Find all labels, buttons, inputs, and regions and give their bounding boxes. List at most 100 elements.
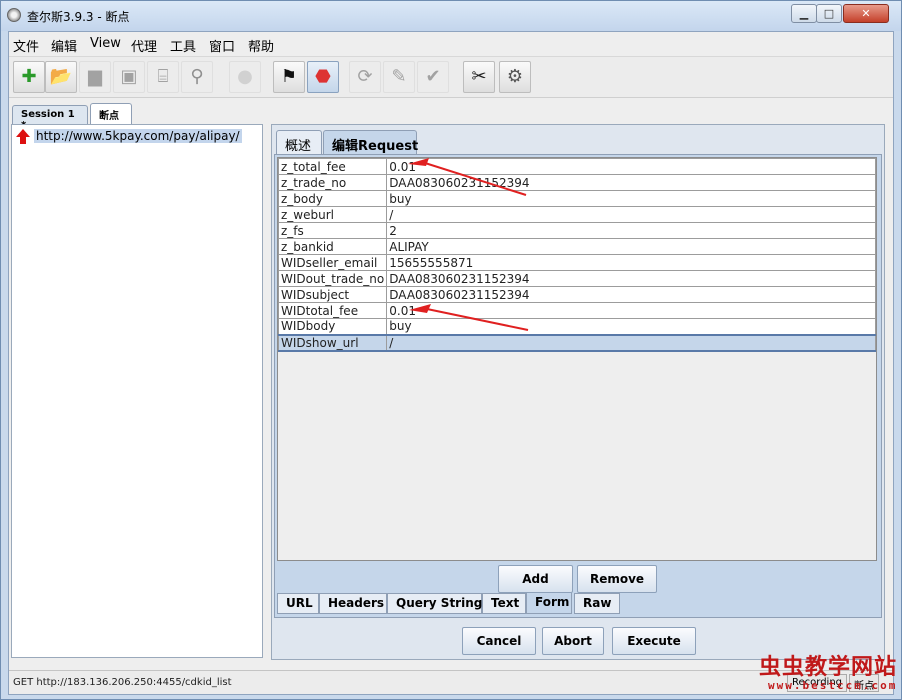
tab-headers[interactable]: Headers xyxy=(319,593,387,614)
form-value-cell[interactable]: / xyxy=(386,333,876,352)
form-row[interactable]: z_body buy xyxy=(277,190,876,207)
form-key-cell[interactable]: z_fs xyxy=(277,222,388,239)
close-window-button[interactable]: ✕ xyxy=(843,4,889,23)
menu-help[interactable]: 帮助 xyxy=(248,36,274,55)
form-key-cell[interactable]: WIDbody xyxy=(277,318,388,335)
breakpoint-arrow-stem xyxy=(20,137,26,144)
repeat-button[interactable]: ⟳ xyxy=(349,61,381,93)
tab-session-1[interactable]: Session 1 * xyxy=(12,105,88,131)
menu-view[interactable]: View xyxy=(90,36,121,51)
edit-request-area: z_total_fee 0.01 z_trade_no DAA083060231152… xyxy=(274,154,882,618)
tools-button[interactable]: ✂ xyxy=(463,61,495,93)
execute-button[interactable]: Execute xyxy=(612,627,696,655)
add-field-button[interactable]: Add xyxy=(498,565,573,593)
throttle-button[interactable]: ⚑ xyxy=(273,61,305,93)
tab-text[interactable]: Text xyxy=(482,593,526,614)
form-key-cell[interactable]: WIDtotal_fee xyxy=(277,302,388,319)
status-text: GET http://183.136.206.250:4455/cdkid_li… xyxy=(13,677,232,688)
cancel-button[interactable]: Cancel xyxy=(462,627,536,655)
form-value-cell[interactable]: buy xyxy=(386,190,876,207)
validate-icon: ✔ xyxy=(425,66,441,87)
open-session-button[interactable]: 📂 xyxy=(45,61,77,93)
form-row[interactable]: WIDbody buy xyxy=(277,318,876,335)
form-key-cell[interactable]: z_total_fee xyxy=(277,158,388,175)
tab-edit-request[interactable]: 编辑Request xyxy=(323,130,418,154)
maximize-button[interactable]: □ xyxy=(816,4,842,23)
menu-file[interactable]: 文件 xyxy=(13,36,39,55)
form-row[interactable]: z_fs 2 xyxy=(277,222,876,239)
form-row[interactable]: WIDsubject DAA083060231152394 xyxy=(277,286,876,303)
save-icon: ▣ xyxy=(120,66,138,87)
form-key-cell[interactable]: WIDout_trade_no xyxy=(277,270,388,287)
form-value-cell[interactable]: DAA083060231152394 xyxy=(386,286,876,303)
settings-button[interactable]: ⚙ xyxy=(499,61,531,93)
abort-button[interactable]: Abort xyxy=(542,627,604,655)
menu-bar: 文件 编辑 View 代理 工具 窗口 帮助 xyxy=(9,32,893,56)
form-row[interactable]: WIDshow_url / xyxy=(277,333,876,352)
breakpoint-arrow-icon xyxy=(16,129,30,137)
form-key-cell[interactable]: WIDshow_url xyxy=(277,333,388,352)
form-key-cell[interactable]: WIDseller_email xyxy=(277,254,388,271)
form-value-cell[interactable]: 0.01 xyxy=(386,302,876,319)
form-value-cell[interactable]: 15655555871 xyxy=(386,254,876,271)
form-row[interactable]: z_total_fee 0.01 xyxy=(277,158,876,175)
form-key-cell[interactable]: WIDsubject xyxy=(277,286,388,303)
clear-button[interactable]: ⌸ xyxy=(147,61,179,93)
edit-icon: ✎ xyxy=(391,66,407,87)
close-session-icon: ▆ xyxy=(88,66,102,87)
menu-window[interactable]: 窗口 xyxy=(209,36,235,55)
form-row[interactable]: WIDseller_email 15655555871 xyxy=(277,254,876,271)
form-row[interactable]: z_weburl / xyxy=(277,206,876,223)
form-table: z_total_fee 0.01 z_trade_no DAA083060231152… xyxy=(277,158,876,352)
form-row[interactable]: z_trade_no DAA083060231152394 xyxy=(277,174,876,191)
tab-query-string[interactable]: Query String xyxy=(387,593,482,614)
form-value-cell[interactable]: buy xyxy=(386,318,876,335)
form-row[interactable]: WIDout_trade_no DAA083060231152394 xyxy=(277,270,876,287)
record-icon: ● xyxy=(237,66,253,87)
session-tabs: Session 1 * 断点 xyxy=(9,102,893,131)
tree-item-url[interactable]: http://www.5kpay.com/pay/alipay/ xyxy=(34,129,242,143)
tools-icon: ✂ xyxy=(471,66,487,87)
find-button[interactable]: ⚲ xyxy=(181,61,213,93)
toolbar: ✚ 📂 ▆ ▣ ⌸ ⚲ ● ⚑ ⬣ ⟳ ✎ ✔ ✂ ⚙ xyxy=(9,56,893,98)
tab-form[interactable]: Form xyxy=(526,593,572,614)
form-key-cell[interactable]: z_trade_no xyxy=(277,174,388,191)
breakpoint-editor-panel: 概述 编辑Request z_total_fee 0.01 z_trade_no DA… xyxy=(271,124,885,660)
form-value-cell[interactable]: ALIPAY xyxy=(386,238,876,255)
tab-breakpoints[interactable]: 断点 xyxy=(90,103,132,124)
form-value-cell[interactable]: DAA083060231152394 xyxy=(386,270,876,287)
new-session-button[interactable]: ✚ xyxy=(13,61,45,93)
record-button[interactable]: ● xyxy=(229,61,261,93)
charles-window: 查尔斯3.9.3 - 断点 ▁ □ ✕ 文件 编辑 View 代理 工具 窗口 … xyxy=(0,0,902,700)
breakpoint-stop-button[interactable]: ⬣ xyxy=(307,61,339,93)
minimize-button[interactable]: ▁ xyxy=(791,4,817,23)
form-row[interactable]: z_bankid ALIPAY xyxy=(277,238,876,255)
form-table-container: z_total_fee 0.01 z_trade_no DAA083060231152… xyxy=(277,157,877,561)
new-session-icon: ✚ xyxy=(21,66,37,87)
close-session-button[interactable]: ▆ xyxy=(79,61,111,93)
form-key-cell[interactable]: z_bankid xyxy=(277,238,388,255)
form-key-cell[interactable]: z_body xyxy=(277,190,388,207)
edit-button[interactable]: ✎ xyxy=(383,61,415,93)
save-button[interactable]: ▣ xyxy=(113,61,145,93)
repeat-icon: ⟳ xyxy=(357,66,373,87)
throttle-icon: ⚑ xyxy=(280,66,298,87)
form-value-cell[interactable]: 0.01 xyxy=(386,158,876,175)
title-bar[interactable]: 查尔斯3.9.3 - 断点 ▁ □ ✕ xyxy=(1,1,901,31)
form-value-cell[interactable]: DAA083060231152394 xyxy=(386,174,876,191)
remove-field-button[interactable]: Remove xyxy=(577,565,657,593)
client-area: 文件 编辑 View 代理 工具 窗口 帮助 ✚ 📂 ▆ ▣ ⌸ ⚲ ● ⚑ ⬣ ⟳ ✎ ✔ ✂ ⚙ Se… xyxy=(8,31,894,695)
tab-overview[interactable]: 概述 xyxy=(276,130,322,154)
tab-url[interactable]: URL xyxy=(277,593,319,614)
menu-proxy[interactable]: 代理 xyxy=(131,36,157,55)
settings-icon: ⚙ xyxy=(506,66,524,87)
form-key-cell[interactable]: z_weburl xyxy=(277,206,388,223)
validate-button[interactable]: ✔ xyxy=(417,61,449,93)
form-value-cell[interactable]: / xyxy=(386,206,876,223)
form-row[interactable]: WIDtotal_fee 0.01 xyxy=(277,302,876,319)
clear-icon: ⌸ xyxy=(157,66,169,87)
tab-raw[interactable]: Raw xyxy=(574,593,620,614)
menu-tools[interactable]: 工具 xyxy=(170,36,196,55)
menu-edit[interactable]: 编辑 xyxy=(51,36,77,55)
form-value-cell[interactable]: 2 xyxy=(386,222,876,239)
